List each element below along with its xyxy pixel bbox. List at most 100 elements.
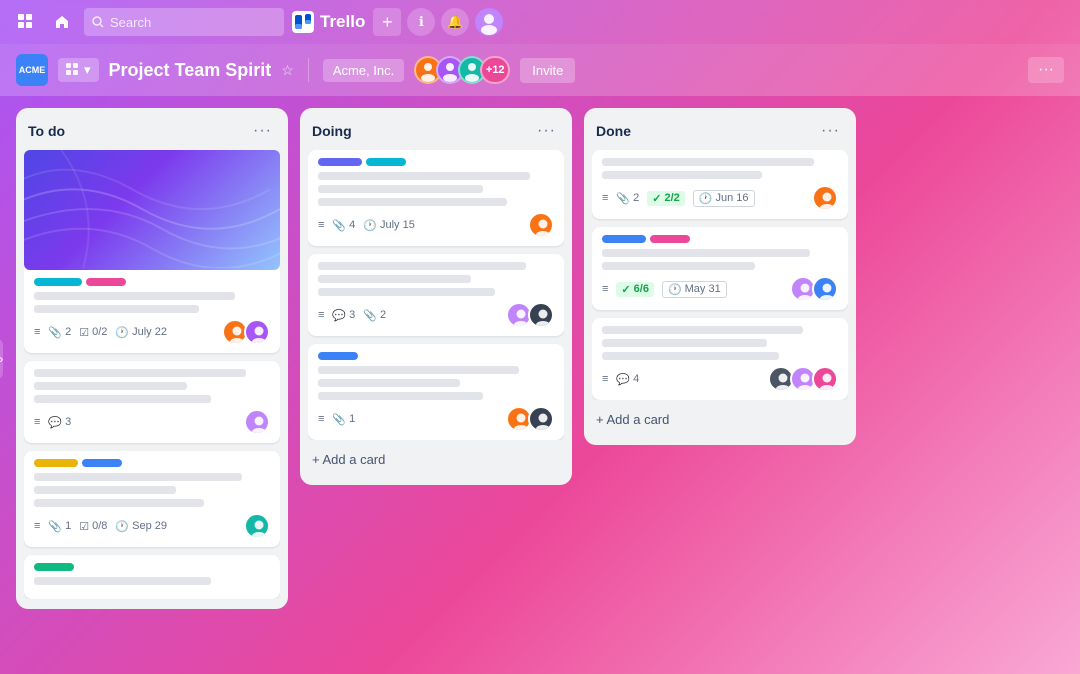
card-todo-4[interactable] <box>24 555 280 599</box>
board-menu-button[interactable]: ··· <box>1028 57 1064 83</box>
card-member-1 <box>244 513 270 539</box>
board-members: +12 <box>414 56 510 84</box>
card-doing-1[interactable]: ≡ 📎4 🕐 July 15 <box>308 150 564 246</box>
card-labels <box>34 278 270 286</box>
card-avatars <box>528 212 554 238</box>
due-date: 🕐July 22 <box>115 326 167 339</box>
attachment-icon: 📎 <box>332 413 346 426</box>
checklist-count: ☑0/8 <box>79 520 107 533</box>
card-avatars <box>812 185 838 211</box>
card-title <box>318 366 554 400</box>
card-title <box>602 158 838 179</box>
text-line <box>318 262 526 270</box>
home-button[interactable] <box>48 8 76 36</box>
add-button[interactable]: + <box>373 8 401 36</box>
add-card-doing-button[interactable]: + Add a card <box>308 444 564 475</box>
column-done-cards: ≡ 📎2 ✓2/2 🕐Jun 16 <box>592 150 848 400</box>
clock-icon: 🕐 <box>115 326 129 339</box>
card-menu-icon: ≡ <box>34 326 40 338</box>
text-line <box>602 352 779 360</box>
card-menu-icon: ≡ <box>318 309 324 321</box>
due-date-badge: 🕐May 31 <box>662 281 727 298</box>
label-blue <box>318 352 358 360</box>
label-cyan <box>34 278 82 286</box>
attachment-icon: 📎 <box>616 192 630 205</box>
column-done-menu[interactable] <box>817 120 844 142</box>
column-todo-menu[interactable] <box>249 120 276 142</box>
column-doing: Doing ≡ 📎4 <box>300 108 572 485</box>
card-title <box>34 473 270 507</box>
info-button[interactable]: ℹ <box>407 8 435 36</box>
member-count-badge[interactable]: +12 <box>480 56 510 84</box>
search-bar[interactable]: Search <box>84 8 284 36</box>
card-menu-icon: ≡ <box>34 520 40 532</box>
checkmark-icon: ✓ <box>652 192 661 205</box>
attachment-icon: 📎 <box>363 309 377 322</box>
user-avatar[interactable] <box>475 8 503 36</box>
checklist-icon: ☑ <box>79 326 89 339</box>
card-menu-icon: ≡ <box>34 416 40 428</box>
card-labels <box>602 235 838 243</box>
text-line <box>34 577 211 585</box>
column-todo-header: To do <box>24 118 280 150</box>
text-line <box>318 172 530 180</box>
attachment-icon: 📎 <box>48 326 62 339</box>
board-title: Project Team Spirit <box>109 60 272 81</box>
card-meta: ≡ 📎1 ☑0/8 🕐Sep 29 <box>34 513 270 539</box>
checklist-icon: ☑ <box>79 520 89 533</box>
card-doing-2[interactable]: ≡ 💬3 📎2 <box>308 254 564 336</box>
text-line <box>318 185 483 193</box>
card-meta: ≡ 💬3 📎2 <box>318 302 554 328</box>
column-doing-menu[interactable] <box>533 120 560 142</box>
text-line <box>602 249 810 257</box>
workspace-name-pill[interactable]: Acme, Inc. <box>323 59 404 82</box>
column-todo: To do <box>16 108 288 609</box>
text-line <box>34 486 176 494</box>
label-green <box>34 563 74 571</box>
label-cyan <box>366 158 406 166</box>
nav-right-actions: + ℹ 🔔 <box>373 8 503 36</box>
invite-button[interactable]: Invite <box>520 58 575 83</box>
comment-icon: 💬 <box>616 373 630 386</box>
board-content: To do <box>0 96 1080 674</box>
card-todo-3[interactable]: ≡ 📎1 ☑0/8 🕐Sep 29 <box>24 451 280 547</box>
comment-icon: 💬 <box>332 309 346 322</box>
card-meta: ≡ 📎2 ☑0/2 🕐July 22 <box>34 319 270 345</box>
workspace-logo: ACME <box>16 54 48 86</box>
label-blue <box>602 235 646 243</box>
text-line <box>318 288 495 296</box>
text-line <box>602 262 755 270</box>
checkmark-icon: ✓ <box>621 283 630 296</box>
apps-grid-button[interactable] <box>12 8 40 36</box>
text-line <box>602 158 814 166</box>
star-button[interactable]: ☆ <box>281 62 294 79</box>
sidebar-toggle-button[interactable]: » <box>0 339 3 379</box>
label-blue <box>82 459 122 467</box>
workspace-switcher-chevron: ▾ <box>84 62 91 78</box>
card-menu-icon: ≡ <box>318 413 324 425</box>
card-done-1[interactable]: ≡ 📎2 ✓2/2 🕐Jun 16 <box>592 150 848 219</box>
column-done: Done ≡ 📎2 ✓2/2 🕐 <box>584 108 856 445</box>
text-line <box>602 326 803 334</box>
label-yellow <box>34 459 78 467</box>
card-todo-1[interactable]: ≡ 📎2 ☑0/2 🕐July 22 <box>24 150 280 353</box>
card-member-2 <box>528 302 554 328</box>
text-line <box>318 379 460 387</box>
add-card-done-button[interactable]: + Add a card <box>592 404 848 435</box>
notifications-button[interactable]: 🔔 <box>441 8 469 36</box>
card-done-3[interactable]: ≡ 💬4 <box>592 318 848 400</box>
text-line <box>34 369 246 377</box>
column-done-header: Done <box>592 118 848 150</box>
workspace-switcher[interactable]: ▾ <box>58 58 99 82</box>
card-avatars <box>244 513 270 539</box>
card-menu-icon: ≡ <box>602 192 608 204</box>
card-doing-3[interactable]: ≡ 📎1 <box>308 344 564 440</box>
card-done-2[interactable]: ≡ ✓6/6 🕐May 31 <box>592 227 848 310</box>
card-todo-2[interactable]: ≡ 💬3 <box>24 361 280 443</box>
card-title <box>318 172 554 206</box>
attachment-count: 📎4 <box>332 219 355 232</box>
text-line <box>318 366 519 374</box>
text-line <box>34 305 199 313</box>
card-meta: ≡ 📎1 <box>318 406 554 432</box>
text-line <box>602 171 762 179</box>
